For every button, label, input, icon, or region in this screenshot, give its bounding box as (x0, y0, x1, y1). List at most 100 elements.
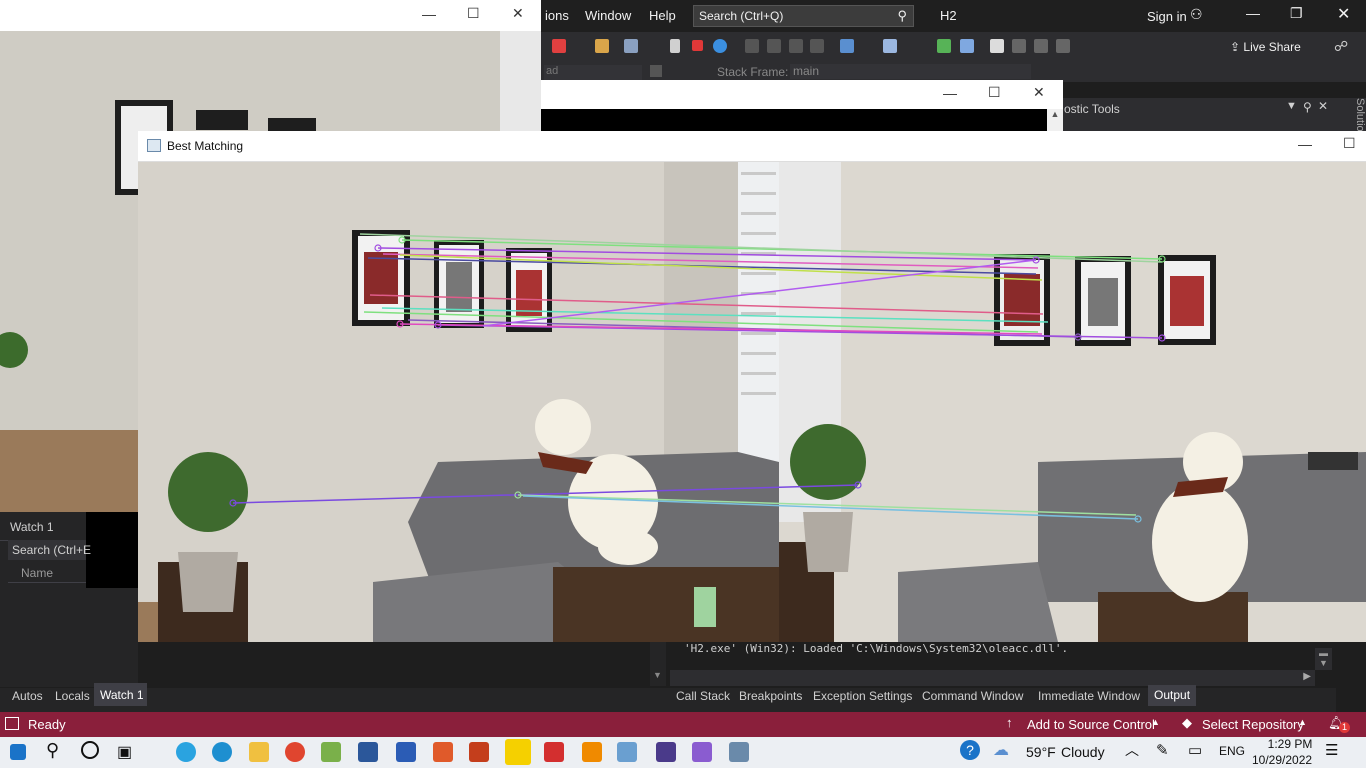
tab-command-window[interactable]: Command Window (922, 689, 1023, 703)
bookmark-clear-icon[interactable] (1056, 39, 1070, 53)
clock-date[interactable]: 10/29/2022 (1252, 753, 1312, 767)
minimize-icon[interactable]: — (943, 85, 957, 101)
output-hscroll[interactable]: ▶ (670, 670, 1315, 686)
close-icon[interactable]: ✕ (1337, 4, 1350, 24)
menu-tools[interactable]: ions (545, 8, 569, 23)
bookmark-prev-icon[interactable] (1012, 39, 1026, 53)
vs-search-box[interactable]: Search (Ctrl+Q) ⚲ (693, 5, 914, 27)
start-icon[interactable] (10, 744, 26, 760)
hot-reload-icon[interactable] (552, 39, 566, 53)
bookmark-next-icon[interactable] (1034, 39, 1048, 53)
tool-icon[interactable] (321, 742, 341, 762)
debug-location-bar: ad Stack Frame: main (540, 62, 1366, 82)
clock-time[interactable]: 1:29 PM (1262, 737, 1318, 751)
name-column: Name (21, 566, 54, 580)
live-share-button[interactable]: ⇪ Live Share (1230, 40, 1301, 54)
pen-icon[interactable]: ✎ (1156, 741, 1169, 759)
best-matching-window: Best Matching — ☐ (138, 131, 1366, 642)
file-explorer-icon[interactable] (249, 742, 269, 762)
feedback-icon[interactable]: ☍ (1334, 38, 1348, 55)
outdent-icon[interactable] (960, 39, 974, 53)
telegram-icon[interactable] (176, 742, 196, 762)
panel-close-icon[interactable]: ✕ (1318, 99, 1328, 113)
bookmark-icon[interactable] (990, 39, 1004, 53)
app2-icon[interactable] (617, 742, 637, 762)
dropdown-icon[interactable]: ▼ (1286, 100, 1297, 112)
tab-exception-settings[interactable]: Exception Settings (813, 689, 912, 703)
thread-icon[interactable] (840, 39, 854, 53)
select-icon[interactable] (883, 39, 897, 53)
minimize-icon[interactable]: — (422, 6, 436, 22)
indent-icon[interactable] (937, 39, 951, 53)
step-into-icon[interactable] (745, 39, 759, 53)
language-indicator[interactable]: ENG (1219, 744, 1245, 758)
menu-help[interactable]: Help (649, 8, 676, 23)
visio-icon[interactable] (358, 742, 378, 762)
help-icon[interactable]: ? (960, 740, 980, 760)
tab-immediate-window[interactable]: Immediate Window (1038, 689, 1140, 703)
restore-icon[interactable]: ❐ (1290, 5, 1303, 22)
scroll-down-icon[interactable]: ▼ (653, 670, 662, 680)
maximize-icon[interactable]: ☐ (467, 5, 480, 22)
scroll-up-icon[interactable]: ▲ (1047, 109, 1063, 132)
task-view-icon[interactable]: ▣ (117, 742, 132, 762)
watch-search[interactable]: Search (Ctrl+E (8, 540, 91, 560)
minimize-icon[interactable]: — (1298, 136, 1312, 152)
solution-explorer-tab[interactable]: Solutio (1336, 98, 1366, 134)
watch-scrollbar[interactable]: ▼ (650, 640, 666, 686)
maximize-icon[interactable]: ☐ (988, 84, 1001, 101)
search-icon: ⚲ (897, 8, 907, 23)
word-icon[interactable] (396, 742, 416, 762)
thread-dropdown[interactable]: ad (544, 65, 642, 80)
filter-icon[interactable] (650, 65, 662, 77)
pin-icon[interactable]: ⚲ (1303, 100, 1312, 114)
tab-watch1-active[interactable]: Watch 1 (94, 685, 147, 706)
pause-icon[interactable] (670, 39, 680, 53)
acrobat-icon[interactable] (544, 742, 564, 762)
messenger-icon[interactable] (505, 739, 531, 765)
powerpoint-icon[interactable] (469, 742, 489, 762)
vlc-icon[interactable] (582, 742, 602, 762)
caret-up-icon[interactable]: ▲ (1151, 717, 1160, 727)
chrome-icon[interactable] (285, 742, 305, 762)
step-out-icon[interactable] (789, 39, 803, 53)
cortana-icon[interactable] (81, 741, 99, 759)
tab-locals[interactable]: Locals (55, 689, 90, 703)
folder-icon[interactable] (595, 39, 609, 53)
restart-icon[interactable] (713, 39, 727, 53)
close-icon[interactable]: ✕ (512, 5, 524, 22)
image-window-icon[interactable] (729, 742, 749, 762)
stop-icon[interactable] (692, 40, 703, 51)
display-icon[interactable]: ▭ (1188, 741, 1202, 759)
edge-icon[interactable] (212, 742, 232, 762)
app-icon[interactable] (433, 742, 453, 762)
account-icon[interactable]: ⚇ (1190, 6, 1203, 23)
search-icon[interactable]: ⚲ (46, 740, 59, 761)
tab-call-stack[interactable]: Call Stack (676, 689, 730, 703)
close-icon[interactable]: ✕ (1033, 84, 1045, 101)
action-center-icon[interactable]: ☰ (1325, 741, 1338, 759)
chevron-up-icon[interactable]: ︿ (1125, 740, 1139, 760)
matching-image (138, 162, 1366, 642)
step-back-icon[interactable] (810, 39, 824, 53)
caret-up-icon[interactable]: ▲ (1298, 717, 1307, 727)
menu-window[interactable]: Window (585, 8, 631, 23)
tab-autos[interactable]: Autos (12, 689, 43, 703)
stack-frame-dropdown[interactable]: main (790, 64, 1031, 79)
minimize-icon[interactable]: — (1246, 5, 1260, 21)
select-repository[interactable]: Select Repository (1202, 717, 1304, 732)
best-matching-title-bar: Best Matching — ☐ (138, 131, 1366, 162)
add-source-control[interactable]: Add to Source Control (1027, 717, 1155, 732)
tab-breakpoints[interactable]: Breakpoints (739, 689, 802, 703)
layout-icon[interactable] (624, 39, 638, 53)
step-over-icon[interactable] (767, 39, 781, 53)
maximize-icon[interactable]: ☐ (1343, 135, 1356, 152)
terminal-icon[interactable] (656, 742, 676, 762)
output-scroll-icon[interactable]: ▬ ▼ (1315, 648, 1332, 670)
tab-output-active[interactable]: Output (1148, 685, 1197, 706)
weather-temp[interactable]: 59°F (1026, 744, 1056, 760)
visual-studio-icon[interactable] (692, 742, 712, 762)
scroll-right-icon[interactable]: ▶ (1303, 671, 1311, 682)
sign-in-link[interactable]: Sign in (1147, 9, 1187, 24)
weather-text[interactable]: Cloudy (1061, 744, 1105, 760)
